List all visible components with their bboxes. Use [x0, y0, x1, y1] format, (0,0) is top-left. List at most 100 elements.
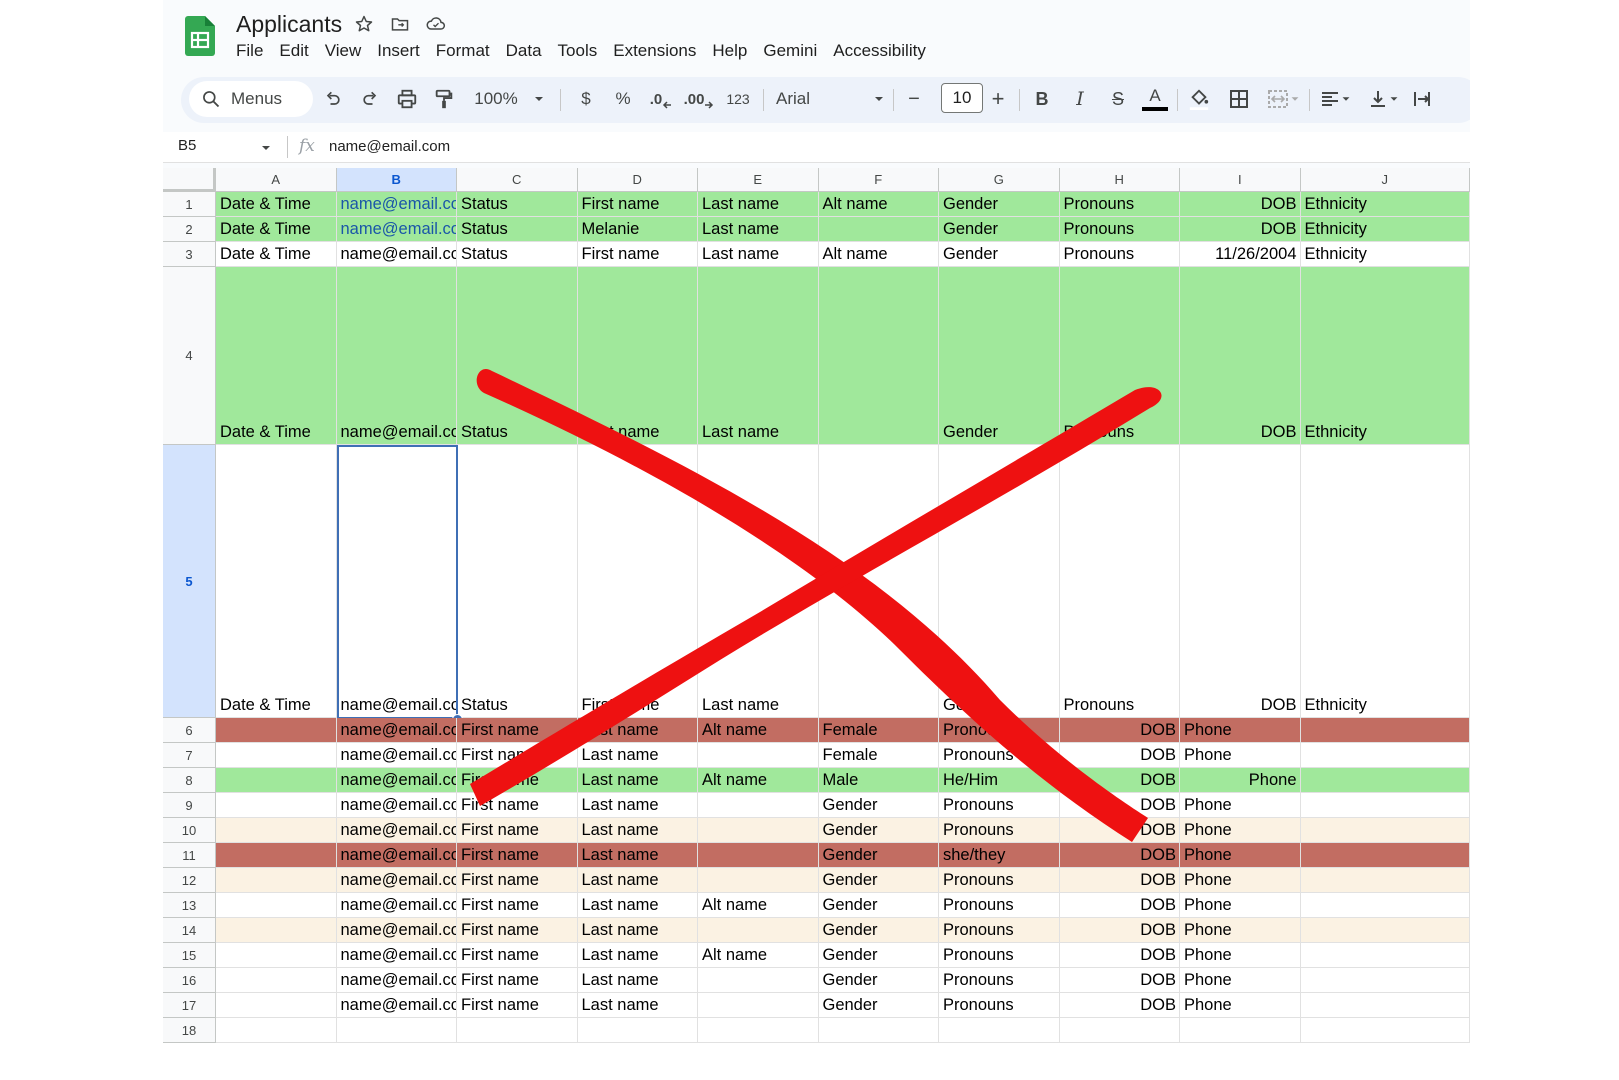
cell-d10[interactable]: Last name — [577, 818, 698, 843]
cell-a17[interactable] — [216, 993, 337, 1018]
menu-data[interactable]: Data — [506, 40, 550, 62]
cell-g10[interactable]: Pronouns — [939, 818, 1060, 843]
cell-d14[interactable]: Last name — [577, 918, 698, 943]
cell-h6[interactable]: DOB — [1059, 718, 1180, 743]
cell-d4[interactable]: First name — [577, 267, 698, 445]
cell-e7[interactable] — [698, 743, 819, 768]
cell-g7[interactable]: Pronouns — [939, 743, 1060, 768]
cell-i4[interactable]: DOB — [1180, 267, 1301, 445]
cell-j17[interactable] — [1300, 993, 1470, 1018]
cell-a14[interactable] — [216, 918, 337, 943]
cell-b4[interactable]: name@email.com — [336, 267, 457, 445]
cell-h15[interactable]: DOB — [1059, 943, 1180, 968]
cell-d9[interactable]: Last name — [577, 793, 698, 818]
cell-f10[interactable]: Gender — [818, 818, 939, 843]
cell-h7[interactable]: DOB — [1059, 743, 1180, 768]
cell-f7[interactable]: Female — [818, 743, 939, 768]
text-color-button[interactable]: A — [1141, 85, 1169, 113]
cell-j9[interactable] — [1300, 793, 1470, 818]
cell-e6[interactable]: Alt name — [698, 718, 819, 743]
cell-h11[interactable]: DOB — [1059, 843, 1180, 868]
row-header-4[interactable]: 4 — [163, 267, 216, 445]
italic-button[interactable]: I — [1066, 85, 1094, 113]
cell-j4[interactable]: Ethnicity — [1300, 267, 1470, 445]
cell-i6[interactable]: Phone — [1180, 718, 1301, 743]
menu-view[interactable]: View — [325, 40, 370, 62]
cell-i5[interactable]: DOB — [1180, 445, 1301, 718]
cell-f2[interactable] — [818, 217, 939, 242]
cell-d7[interactable]: Last name — [577, 743, 698, 768]
font-size-input[interactable]: 10 — [941, 83, 983, 113]
cell-j18[interactable] — [1300, 1018, 1470, 1043]
cell-e8[interactable]: Alt name — [698, 768, 819, 793]
cell-d13[interactable]: Last name — [577, 893, 698, 918]
cell-i14[interactable]: Phone — [1180, 918, 1301, 943]
cell-d8[interactable]: Last name — [577, 768, 698, 793]
cell-c18[interactable] — [457, 1018, 578, 1043]
cell-e5[interactable]: Last name — [698, 445, 819, 718]
cell-a12[interactable] — [216, 868, 337, 893]
cell-g6[interactable]: Pronouns — [939, 718, 1060, 743]
cell-a5[interactable]: Date & Time — [216, 445, 337, 718]
cell-g4[interactable]: Gender — [939, 267, 1060, 445]
cell-f16[interactable]: Gender — [818, 968, 939, 993]
cell-f14[interactable]: Gender — [818, 918, 939, 943]
cell-a10[interactable] — [216, 818, 337, 843]
cell-b16[interactable]: name@email.com — [336, 968, 457, 993]
row-header-9[interactable]: 9 — [163, 793, 216, 818]
cell-h4[interactable]: Pronouns — [1059, 267, 1180, 445]
cell-h9[interactable]: DOB — [1059, 793, 1180, 818]
cell-a1[interactable]: Date & Time — [216, 192, 337, 217]
cell-g1[interactable]: Gender — [939, 192, 1060, 217]
cell-i8[interactable]: Phone — [1180, 768, 1301, 793]
menu-format[interactable]: Format — [436, 40, 498, 62]
cell-i9[interactable]: Phone — [1180, 793, 1301, 818]
cell-f1[interactable]: Alt name — [818, 192, 939, 217]
cell-c11[interactable]: First name — [457, 843, 578, 868]
cell-j7[interactable] — [1300, 743, 1470, 768]
column-header-j[interactable]: J — [1300, 168, 1470, 192]
cell-g16[interactable]: Pronouns — [939, 968, 1060, 993]
cell-e3[interactable]: Last name — [698, 242, 819, 267]
cell-f13[interactable]: Gender — [818, 893, 939, 918]
menu-edit[interactable]: Edit — [279, 40, 316, 62]
cell-a9[interactable] — [216, 793, 337, 818]
move-folder-icon[interactable] — [388, 12, 412, 36]
cell-b14[interactable]: name@email.com — [336, 918, 457, 943]
cell-d2[interactable]: Melanie — [577, 217, 698, 242]
cell-d1[interactable]: First name — [577, 192, 698, 217]
select-all-corner[interactable] — [163, 168, 216, 192]
cell-e12[interactable] — [698, 868, 819, 893]
cell-e13[interactable]: Alt name — [698, 893, 819, 918]
cell-f9[interactable]: Gender — [818, 793, 939, 818]
row-header-8[interactable]: 8 — [163, 768, 216, 793]
cell-a8[interactable] — [216, 768, 337, 793]
cell-j8[interactable] — [1300, 768, 1470, 793]
cell-c15[interactable]: First name — [457, 943, 578, 968]
star-icon[interactable] — [352, 12, 376, 36]
cell-i7[interactable]: Phone — [1180, 743, 1301, 768]
row-header-11[interactable]: 11 — [163, 843, 216, 868]
currency-format-button[interactable]: $ — [572, 85, 600, 113]
cell-a13[interactable] — [216, 893, 337, 918]
row-header-5[interactable]: 5 — [163, 445, 216, 718]
cell-i15[interactable]: Phone — [1180, 943, 1301, 968]
menu-search[interactable]: Menus — [189, 81, 313, 117]
cell-j3[interactable]: Ethnicity — [1300, 242, 1470, 267]
menu-file[interactable]: File — [236, 40, 271, 62]
cell-b10[interactable]: name@email.com — [336, 818, 457, 843]
cell-e10[interactable] — [698, 818, 819, 843]
cell-h13[interactable]: DOB — [1059, 893, 1180, 918]
cell-i2[interactable]: DOB — [1180, 217, 1301, 242]
sheets-logo-icon[interactable] — [185, 16, 215, 56]
undo-button[interactable] — [319, 85, 347, 113]
menu-tools[interactable]: Tools — [558, 40, 606, 62]
cell-d6[interactable]: Last name — [577, 718, 698, 743]
cell-a18[interactable] — [216, 1018, 337, 1043]
document-title[interactable]: Applicants — [236, 10, 342, 38]
cell-c7[interactable]: First name — [457, 743, 578, 768]
cell-h12[interactable]: DOB — [1059, 868, 1180, 893]
cell-j13[interactable] — [1300, 893, 1470, 918]
cell-c8[interactable]: First name — [457, 768, 578, 793]
cell-c4[interactable]: Status — [457, 267, 578, 445]
